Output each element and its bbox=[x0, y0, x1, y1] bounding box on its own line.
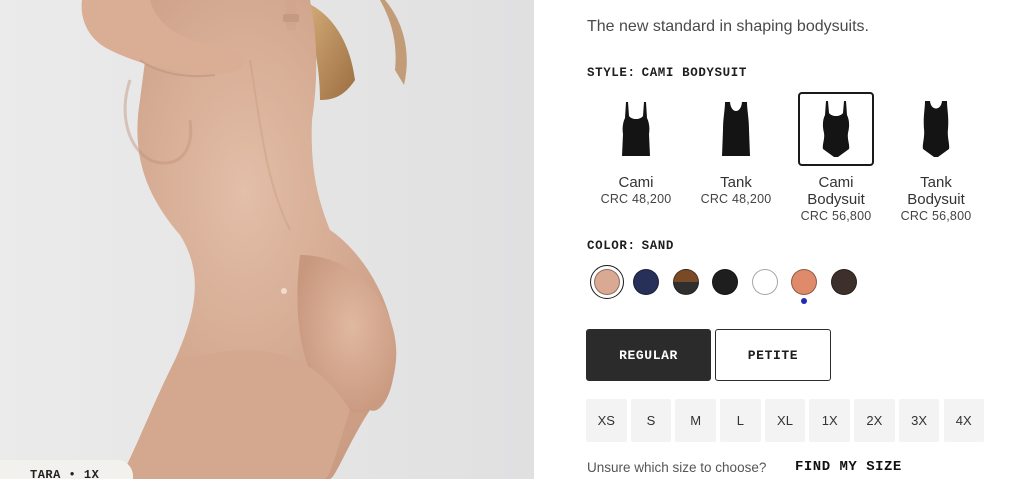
style-name-line: Tank bbox=[920, 174, 952, 191]
style-option-cami-bodysuit[interactable]: Cami Bodysuit CRC 56,800 bbox=[786, 92, 886, 223]
swatch-circle bbox=[791, 269, 818, 295]
cami-top-icon bbox=[622, 102, 650, 156]
product-details-panel: The new standard in shaping bodysuits. S… bbox=[534, 0, 1024, 479]
style-option-cami[interactable]: Cami CRC 48,200 bbox=[586, 92, 686, 223]
fit-petite-button[interactable]: PETITE bbox=[715, 329, 831, 381]
swatch-dark-brown[interactable] bbox=[824, 264, 864, 300]
swatch-circle bbox=[751, 269, 778, 295]
style-price: CRC 48,200 bbox=[700, 192, 772, 206]
tank-bodysuit-icon bbox=[922, 101, 950, 157]
tank-top-icon bbox=[722, 102, 750, 156]
style-selected-value: CAMI BODYSUIT bbox=[641, 66, 747, 80]
new-color-indicator bbox=[801, 298, 808, 304]
product-photo: TARA • 1X bbox=[0, 0, 534, 479]
swatch-circle bbox=[830, 269, 857, 295]
find-my-size-link[interactable]: FIND MY SIZE bbox=[795, 459, 902, 475]
swatch-terracotta[interactable] bbox=[785, 264, 825, 304]
style-option-tank-bodysuit[interactable]: Tank Bodysuit CRC 56,800 bbox=[886, 92, 986, 223]
style-thumb bbox=[898, 92, 974, 166]
style-name: Tank Bodysuit bbox=[886, 174, 986, 208]
size-m[interactable]: M bbox=[675, 399, 716, 442]
style-name-line: Cami bbox=[818, 174, 854, 191]
size-s[interactable]: S bbox=[630, 399, 672, 442]
size-2x[interactable]: 2X bbox=[854, 399, 895, 442]
color-selected-value: SAND bbox=[641, 239, 675, 253]
color-label: COLOR: SAND bbox=[587, 239, 674, 253]
size-xs[interactable]: XS bbox=[586, 399, 627, 442]
swatch-circle bbox=[633, 269, 660, 295]
style-name: Cami Bodysuit bbox=[786, 174, 886, 208]
swatch-navy[interactable] bbox=[627, 264, 667, 300]
style-name-line: Bodysuit bbox=[807, 191, 865, 208]
fit-regular-button[interactable]: REGULAR bbox=[586, 329, 711, 381]
style-price: CRC 48,200 bbox=[600, 192, 672, 206]
style-name: Tank bbox=[720, 174, 752, 191]
style-thumb bbox=[698, 92, 774, 166]
model-size-tag: TARA • 1X bbox=[0, 460, 134, 479]
swatch-black[interactable] bbox=[706, 264, 746, 300]
size-xl[interactable]: XL bbox=[764, 399, 806, 442]
swatch-brown-black[interactable] bbox=[666, 264, 706, 300]
style-name-line: Bodysuit bbox=[907, 191, 965, 208]
style-thumb bbox=[598, 92, 674, 166]
style-label-key: STYLE: bbox=[587, 66, 636, 80]
swatch-white[interactable] bbox=[745, 264, 785, 300]
size-1x[interactable]: 1X bbox=[809, 399, 850, 442]
product-tagline: The new standard in shaping bodysuits. bbox=[587, 18, 869, 35]
swatch-circle bbox=[712, 269, 739, 295]
swatch-circle bbox=[672, 269, 699, 295]
swatch-circle bbox=[593, 269, 620, 295]
style-option-tank[interactable]: Tank CRC 48,200 bbox=[686, 92, 786, 223]
swatch-sand[interactable] bbox=[587, 264, 627, 300]
size-options: XS S M L XL 1X 2X 3X 4X bbox=[586, 399, 988, 442]
size-4x[interactable]: 4X bbox=[943, 399, 984, 442]
size-3x[interactable]: 3X bbox=[898, 399, 940, 442]
color-swatches bbox=[587, 264, 864, 304]
size-l[interactable]: L bbox=[720, 399, 761, 442]
cami-bodysuit-icon bbox=[822, 101, 850, 157]
style-options: Cami CRC 48,200 Tank CRC 48,200 Cami Bod… bbox=[586, 92, 986, 223]
style-name: Cami bbox=[618, 174, 654, 191]
style-price: CRC 56,800 bbox=[800, 209, 872, 223]
style-label: STYLE: CAMI BODYSUIT bbox=[587, 66, 747, 80]
style-thumb-selected bbox=[798, 92, 874, 166]
size-help-text: Unsure which size to choose? bbox=[587, 460, 767, 475]
color-label-key: COLOR: bbox=[587, 239, 636, 253]
style-price: CRC 56,800 bbox=[900, 209, 972, 223]
model-image bbox=[0, 0, 534, 479]
